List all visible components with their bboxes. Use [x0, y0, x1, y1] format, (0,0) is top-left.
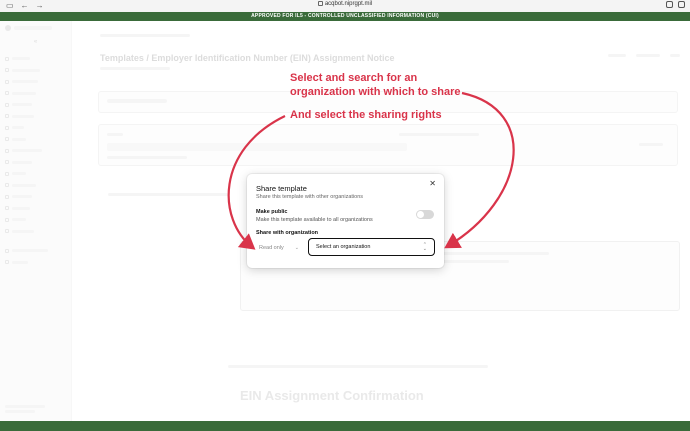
- tabs-overview-icon[interactable]: [678, 1, 685, 8]
- dialog-title: Share template: [256, 184, 307, 193]
- browser-actions: [666, 1, 685, 8]
- chevron-up-down-icon: ⌃ ⌄: [422, 242, 427, 252]
- url-text: acqbot.niprgpt.mil: [324, 1, 373, 7]
- chevron-down-icon: ⌄: [294, 244, 299, 251]
- annotation-line-2: organization with which to share: [290, 86, 461, 98]
- make-public-toggle[interactable]: [416, 210, 434, 219]
- share-template-dialog: ✕ Share template Share this template wit…: [247, 174, 444, 268]
- dialog-subtitle: Share this template with other organizat…: [256, 194, 364, 200]
- close-icon[interactable]: ✕: [429, 179, 436, 188]
- new-tab-icon[interactable]: [666, 1, 673, 8]
- toggle-knob: [417, 211, 424, 218]
- organization-select-placeholder: Select an organization: [316, 244, 371, 250]
- make-public-label: Make public: [256, 209, 288, 215]
- annotation-rights-instruction: And select the sharing rights: [290, 109, 442, 121]
- classification-banner: APPROVED FOR IL5 - CONTROLLED UNCLASSIFI…: [0, 12, 690, 21]
- annotation-line-1: Select and search for an: [290, 72, 418, 84]
- lock-icon: [317, 1, 323, 6]
- make-public-description: Make this template available to all orga…: [256, 217, 373, 223]
- annotation-org-instruction: Select and search for an organization wi…: [290, 71, 490, 99]
- sharing-rights-select[interactable]: Read only ⌄: [256, 241, 302, 254]
- bottom-banner: [0, 421, 690, 431]
- address-bar[interactable]: acqbot.niprgpt.mil: [0, 1, 690, 7]
- organization-select[interactable]: Select an organization ⌃ ⌄: [308, 238, 435, 256]
- sharing-rights-value: Read only: [259, 244, 284, 251]
- share-with-organization-label: Share with organization: [256, 230, 319, 236]
- browser-toolbar: ▭ ← → acqbot.niprgpt.mil: [0, 0, 690, 12]
